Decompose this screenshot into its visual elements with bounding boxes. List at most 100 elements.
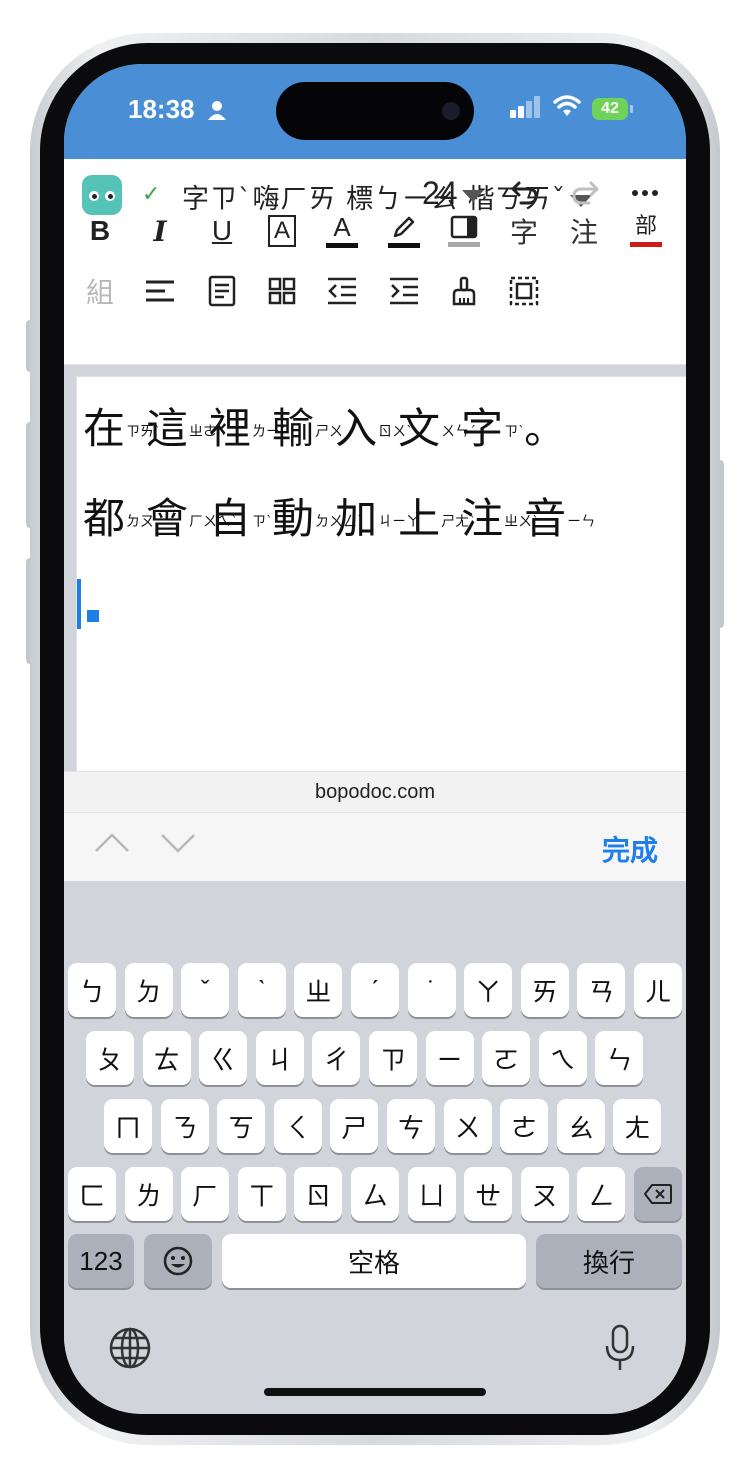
key-6-row3[interactable]: ㄘ — [387, 1099, 435, 1153]
key-10-row1[interactable]: ㄢ — [577, 963, 626, 1017]
hanzi-char: 文ㄨㄣˊ — [398, 395, 476, 456]
undo-icon[interactable] — [510, 179, 540, 207]
character-button[interactable]: 字 — [502, 209, 546, 253]
border-text-button[interactable]: A — [260, 209, 304, 253]
text-color-swatch — [326, 243, 358, 248]
bushou-underline — [630, 242, 662, 247]
key-2-row2[interactable]: ㄊ — [142, 1031, 191, 1085]
key-9-row3[interactable]: ㄠ — [556, 1099, 605, 1153]
highlight-button[interactable] — [382, 209, 426, 253]
key-3-row3[interactable]: ㄎ — [217, 1099, 266, 1153]
document-button[interactable] — [200, 269, 244, 313]
indent-button[interactable] — [382, 269, 426, 313]
wifi-icon — [553, 95, 581, 116]
hanzi-char: 都ㄉㄡ — [83, 485, 154, 546]
key-8-row3[interactable]: ㄜ — [500, 1099, 549, 1153]
cursor-handle[interactable] — [87, 610, 99, 622]
clear-format-button[interactable] — [442, 269, 486, 313]
key-7-row2[interactable]: ㄧ — [425, 1031, 474, 1085]
key-3-row4[interactable]: ㄏ — [181, 1167, 230, 1221]
done-button[interactable]: 完成 — [602, 829, 658, 869]
key-2-row4[interactable]: ㄌ — [124, 1167, 173, 1221]
outdent-button[interactable] — [320, 269, 364, 313]
group-button[interactable]: 組 — [78, 269, 122, 313]
line-end-punctuation: 。 — [524, 404, 567, 453]
key-11-row1[interactable]: ㄦ — [634, 963, 682, 1017]
status-time: 18:38 — [128, 94, 195, 124]
hanzi-char: 在ㄗㄞˋ — [83, 395, 161, 456]
key-9-row4[interactable]: ㄡ — [520, 1167, 569, 1221]
key-8-row4[interactable]: ㄝ — [464, 1167, 513, 1221]
key-9-row1[interactable]: ㄞ — [520, 963, 569, 1017]
key-1-row2[interactable]: ㄆ — [86, 1031, 134, 1085]
globe-icon[interactable] — [108, 1326, 152, 1370]
key-1-row3[interactable]: ㄇ — [104, 1099, 152, 1153]
hanzi-char: 入ㄖㄨˋ — [335, 395, 413, 456]
emoji-key[interactable] — [144, 1234, 212, 1288]
key-3-row2[interactable]: ㄍ — [199, 1031, 248, 1085]
key-5-row2[interactable]: ㄔ — [312, 1031, 361, 1085]
numbers-key[interactable]: 123 — [68, 1234, 134, 1288]
key-1-row4[interactable]: ㄈ — [68, 1167, 116, 1221]
key-10-row2[interactable]: ㄣ — [595, 1031, 644, 1085]
return-key[interactable]: 換行 — [536, 1234, 682, 1288]
key-7-row1[interactable]: ˙ — [407, 963, 456, 1017]
key-2-row1[interactable]: ㄉ — [124, 963, 173, 1017]
chevron-down-icon[interactable] — [160, 831, 196, 855]
key-5-row3[interactable]: ㄕ — [330, 1099, 379, 1153]
zhuyin-annotation: ㄏㄨㄟˋ — [189, 514, 239, 530]
editor-line-1: 在ㄗㄞˋ這ㄓㄜˋ裡ㄌㄧˇ輸ㄕㄨ入ㄖㄨˋ文ㄨㄣˊ字ㄗˋ。 — [83, 395, 566, 456]
bushou-button[interactable]: 部 — [624, 209, 668, 253]
font-size-selector[interactable]: 24 — [422, 175, 484, 212]
key-8-row2[interactable]: ㄛ — [482, 1031, 531, 1085]
key-8-row1[interactable]: ㄚ — [464, 963, 513, 1017]
key-10-row3[interactable]: ㄤ — [613, 1099, 662, 1153]
hanzi-glyph: 文 — [398, 404, 441, 453]
hanzi-glyph: 裡 — [209, 404, 252, 453]
key-4-row2[interactable]: ㄐ — [255, 1031, 304, 1085]
hanzi-glyph: 音 — [524, 494, 567, 543]
more-icon[interactable] — [630, 179, 660, 207]
hanzi-glyph: 動 — [272, 494, 315, 543]
background-color-button[interactable] — [442, 209, 486, 253]
bold-button[interactable]: B — [78, 209, 122, 253]
key-4-row1[interactable]: ˋ — [237, 963, 286, 1017]
microphone-icon[interactable] — [604, 1324, 636, 1372]
key-1-row1[interactable]: ㄅ — [68, 963, 116, 1017]
text-editor[interactable]: 在ㄗㄞˋ這ㄓㄜˋ裡ㄌㄧˇ輸ㄕㄨ入ㄖㄨˋ文ㄨㄣˊ字ㄗˋ。 都ㄉㄡ會ㄏㄨㄟˋ自ㄗˋ動… — [76, 376, 686, 772]
home-indicator[interactable] — [264, 1388, 486, 1396]
key-10-row4[interactable]: ㄥ — [577, 1167, 626, 1221]
italic-button[interactable]: I — [138, 209, 182, 253]
select-all-button[interactable] — [502, 269, 546, 313]
highlight-swatch — [388, 243, 420, 248]
key-6-row2[interactable]: ㄗ — [369, 1031, 417, 1085]
hanzi-char: 會ㄏㄨㄟˋ — [146, 485, 239, 546]
key-9-row2[interactable]: ㄟ — [538, 1031, 587, 1085]
panel-icon — [450, 215, 478, 239]
key-7-row3[interactable]: ㄨ — [443, 1099, 492, 1153]
redo-icon[interactable] — [570, 179, 600, 207]
key-2-row3[interactable]: ㄋ — [160, 1099, 209, 1153]
key-5-row4[interactable]: ㄖ — [294, 1167, 343, 1221]
key-6-row4[interactable]: ㄙ — [351, 1167, 399, 1221]
zhuyin-button[interactable]: 注 — [562, 209, 606, 253]
align-left-button[interactable] — [138, 269, 182, 313]
hanzi-char: 動ㄉㄨㄥˋ — [272, 485, 365, 546]
chevron-down-icon — [461, 189, 484, 202]
key-4-row3[interactable]: ㄑ — [273, 1099, 322, 1153]
chevron-up-icon[interactable] — [94, 831, 130, 855]
text-color-button[interactable]: A — [320, 209, 364, 253]
key-3-row1[interactable]: ˇ — [181, 963, 230, 1017]
key-7-row4[interactable]: ㄩ — [407, 1167, 456, 1221]
underline-button[interactable]: U — [200, 209, 244, 253]
hanzi-char: 裡ㄌㄧˇ — [209, 395, 287, 456]
delete-key[interactable] — [634, 1167, 682, 1221]
key-5-row1[interactable]: ㄓ — [294, 963, 343, 1017]
grid-button[interactable] — [260, 269, 304, 313]
camera-icon — [442, 102, 460, 120]
space-key[interactable]: 空格 — [222, 1234, 526, 1288]
key-6-row1[interactable]: ˊ — [351, 963, 399, 1017]
dynamic-island — [276, 82, 474, 140]
key-4-row4[interactable]: ㄒ — [237, 1167, 286, 1221]
zhuyin-annotation: ㄉㄨㄥˋ — [315, 514, 365, 530]
